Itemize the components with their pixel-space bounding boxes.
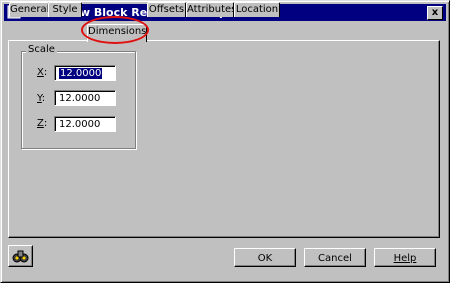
tab-attributes[interactable]: Attributes bbox=[186, 2, 236, 17]
scale-group-label: Scale bbox=[26, 44, 57, 55]
help-button-label: Help bbox=[393, 253, 417, 264]
z-scale-input[interactable]: 12.0000 bbox=[54, 116, 116, 132]
y-label: Y: bbox=[37, 93, 46, 104]
x-label: X: bbox=[37, 67, 48, 78]
close-button[interactable]: x bbox=[427, 6, 443, 20]
tab-style[interactable]: Style bbox=[48, 2, 82, 17]
x-scale-input[interactable]: 12.0000 bbox=[54, 65, 116, 81]
y-scale-input[interactable]: 12.0000 bbox=[54, 90, 116, 106]
help-button[interactable]: Help bbox=[374, 248, 436, 267]
x-scale-value: 12.0000 bbox=[59, 68, 103, 79]
cancel-button[interactable]: Cancel bbox=[304, 248, 366, 267]
tab-general[interactable]: General bbox=[9, 2, 49, 17]
tab-offsets[interactable]: Offsets bbox=[147, 2, 186, 17]
binoculars-icon bbox=[12, 250, 29, 263]
z-label: Z: bbox=[37, 118, 48, 129]
highlight-circle bbox=[81, 16, 149, 44]
context-help-button[interactable] bbox=[8, 245, 33, 267]
ok-button[interactable]: OK bbox=[234, 248, 296, 267]
tab-location[interactable]: Location bbox=[234, 2, 280, 17]
